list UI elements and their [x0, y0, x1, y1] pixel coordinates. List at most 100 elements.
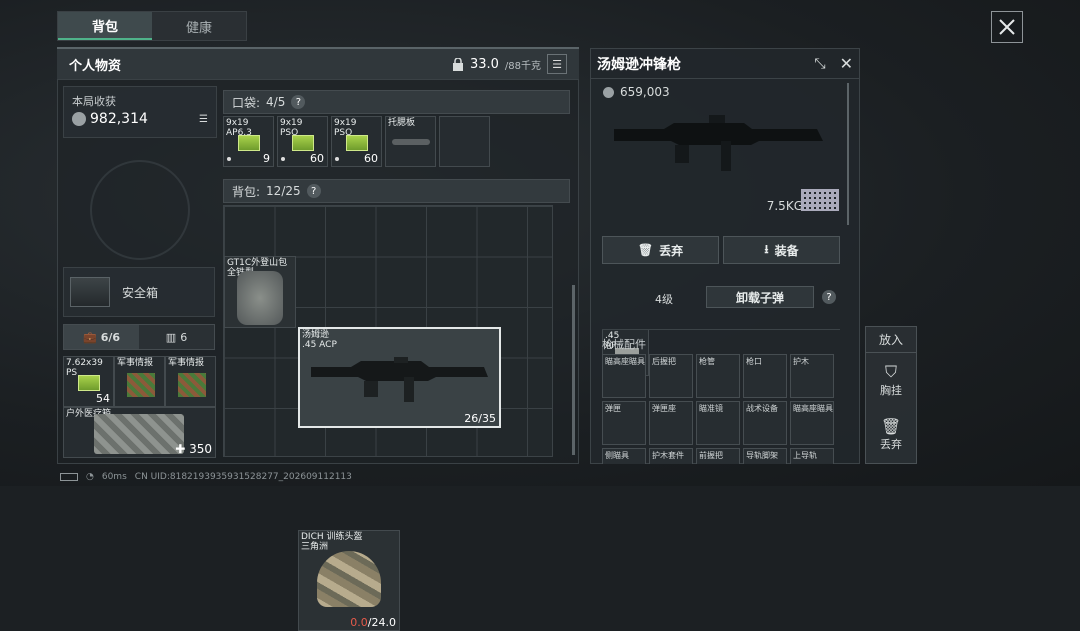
attachment-slot[interactable]: 侧瞄具	[602, 448, 646, 464]
item-helmet[interactable]: DICH 训练头盔 三角洲 0.0/24.0	[298, 530, 400, 631]
close-button[interactable]	[991, 11, 1023, 43]
left-items: 7.62x39 PS 54 军事情报 军事情报	[63, 356, 216, 407]
backpack-label: 背包:	[232, 184, 261, 199]
pocket-empty[interactable]	[439, 116, 490, 167]
tab-chest-rig[interactable]: 💼 6/6	[64, 325, 139, 349]
chest-rig-count: 6/6	[100, 330, 121, 344]
put-in-panel: 放入 ⛉ 胸挂 🗑 丢弃	[865, 326, 917, 464]
harvest-label: 本局收获	[72, 95, 116, 108]
pouch-icon: ▥	[165, 330, 177, 344]
pouch-count: 6	[180, 330, 188, 344]
item-intel-1[interactable]: 军事情报	[114, 356, 165, 407]
helmet-durability-max: /24.0	[367, 616, 396, 629]
attachment-grid: 瞄高座瞄具 后握把 枪管 枪口 护木 弹匣 弹匣座 瞄准镜 战术设备 瞄高座瞄具…	[602, 354, 842, 464]
attachment-slot[interactable]: 枪口	[743, 354, 787, 398]
discard-button[interactable]: 🗑 丢弃	[602, 236, 719, 264]
discard-side-button[interactable]: 🗑 丢弃	[866, 407, 916, 461]
pocket-label: 口袋:	[232, 95, 261, 110]
list-icon[interactable]: ☰	[199, 114, 208, 125]
detail-weight: 7.5KG	[766, 199, 803, 213]
attachment-slot[interactable]: 瞄高座瞄具	[790, 401, 834, 445]
actions: 🗑 丢弃 ⭳ 装备	[602, 236, 840, 264]
cheek-rest-icon	[392, 139, 430, 145]
weight-readout: 33.0/88千克 ☰	[452, 54, 567, 74]
trash-icon: 🗑	[637, 243, 654, 257]
attachment-slot[interactable]: 弹匣	[602, 401, 646, 445]
emblem	[90, 160, 190, 260]
attachments-title: 枪械配件	[602, 338, 646, 351]
attachment-slot[interactable]: 瞄准镜	[696, 401, 740, 445]
tab-health[interactable]: 健康	[152, 12, 246, 40]
attachment-slot[interactable]: 弹匣座	[649, 401, 693, 445]
medkit-icon	[94, 414, 184, 454]
help-icon[interactable]: ?	[822, 290, 836, 304]
list-menu-button[interactable]: ☰	[547, 54, 567, 74]
safebox-icon	[70, 277, 110, 307]
attachment-slot[interactable]: 前握把	[696, 448, 740, 464]
scrollbar[interactable]	[572, 285, 575, 455]
attachment-slot[interactable]: 护木	[790, 354, 834, 398]
chest-rig-button[interactable]: ⛉ 胸挂	[866, 353, 916, 407]
vest-icon: ⛉	[884, 362, 897, 381]
helmet-icon	[317, 551, 381, 607]
backpack-count: 12/25	[266, 184, 301, 198]
equip-button[interactable]: ⭳ 装备	[723, 236, 840, 264]
detail-title: 汤姆逊冲锋枪	[597, 56, 681, 73]
lock-icon	[452, 57, 463, 71]
safebox-label: 安全箱	[122, 285, 159, 300]
help-icon[interactable]: ?	[306, 184, 321, 198]
attachment-slot[interactable]: 战术设备	[743, 401, 787, 445]
tab-backpack[interactable]: 背包	[58, 12, 152, 40]
pocket-count: 4/5	[266, 95, 286, 109]
pocket-cheek-rest[interactable]: 托腮板	[385, 116, 436, 167]
gun-icon	[614, 115, 823, 171]
list-icon: ☰	[552, 57, 562, 71]
intel-icon	[178, 373, 206, 397]
harvest-value: 982,314	[90, 111, 148, 127]
backpack-icon	[237, 271, 283, 325]
price-value: 659,003	[620, 85, 670, 99]
coin-icon	[603, 86, 614, 98]
minimize-icon[interactable]: ⤡	[814, 56, 825, 72]
item-medkit[interactable]: 户外医疗箱 ✚ 350	[63, 407, 216, 458]
unload-ammo-button[interactable]: 卸载子弹	[706, 286, 814, 308]
intel-icon	[127, 373, 155, 397]
helmet-durability-current: 0.0	[350, 616, 368, 629]
item-ammo-762[interactable]: 7.62x39 PS 54	[63, 356, 114, 407]
pocket-header: 口袋: 4/5 ?	[223, 90, 570, 114]
weight-current: 33.0	[469, 56, 499, 72]
medkit-count: 350	[189, 442, 212, 456]
help-icon[interactable]: ?	[291, 95, 306, 109]
detail-scrollbar[interactable]	[847, 83, 849, 225]
pocket-ammo-1[interactable]: 9x19 AP6.3 9	[223, 116, 274, 167]
close-icon[interactable]: ✕	[840, 54, 853, 73]
divider	[602, 329, 840, 330]
top-tabs: 背包 健康	[57, 11, 247, 41]
attachment-slot[interactable]: 瞄高座瞄具	[602, 354, 646, 398]
inventory-header: 个人物资 33.0/88千克 ☰	[57, 47, 579, 79]
attachment-slot[interactable]: 后握把	[649, 354, 693, 398]
pocket-slots: 9x19 AP6.3 9 9x19 PSO 60 9x19 PSO 60 托腮板	[223, 116, 490, 167]
weight-max: /88千克	[504, 60, 541, 72]
attachment-slot[interactable]: 上导轨	[790, 448, 834, 464]
close-icon	[999, 19, 1015, 35]
attachment-slot[interactable]: 枪管	[696, 354, 740, 398]
briefcase-icon: 💼	[82, 330, 97, 344]
tab-pouch[interactable]: ▥ 6	[139, 325, 214, 349]
harvest-card: 本局收获 982,314 ☰	[63, 86, 217, 138]
size-grid-icon	[801, 189, 839, 211]
item-backpack[interactable]: GT1C外登山包 全铁型	[224, 256, 296, 328]
detail-price: 659,003	[591, 79, 859, 105]
item-intel-2[interactable]: 军事情报	[165, 356, 216, 407]
safebox-slot[interactable]: 安全箱	[63, 267, 215, 317]
download-icon: ⭳	[764, 241, 769, 256]
pocket-ammo-2[interactable]: 9x19 PSO 60	[277, 116, 328, 167]
trash-icon: 🗑	[880, 416, 902, 436]
wifi-icon: ◔	[86, 472, 94, 482]
uid: CN UID:8182193935931528277_202609112113	[134, 472, 352, 482]
attachment-slot[interactable]: 护木套件	[649, 448, 693, 464]
attachment-slot[interactable]: 导轨脚架	[743, 448, 787, 464]
item-thompson[interactable]: 汤姆逊 .45 ACP 26/35	[298, 327, 501, 428]
ping: 60ms	[101, 472, 127, 482]
pocket-ammo-3[interactable]: 9x19 PSO 60	[331, 116, 382, 167]
